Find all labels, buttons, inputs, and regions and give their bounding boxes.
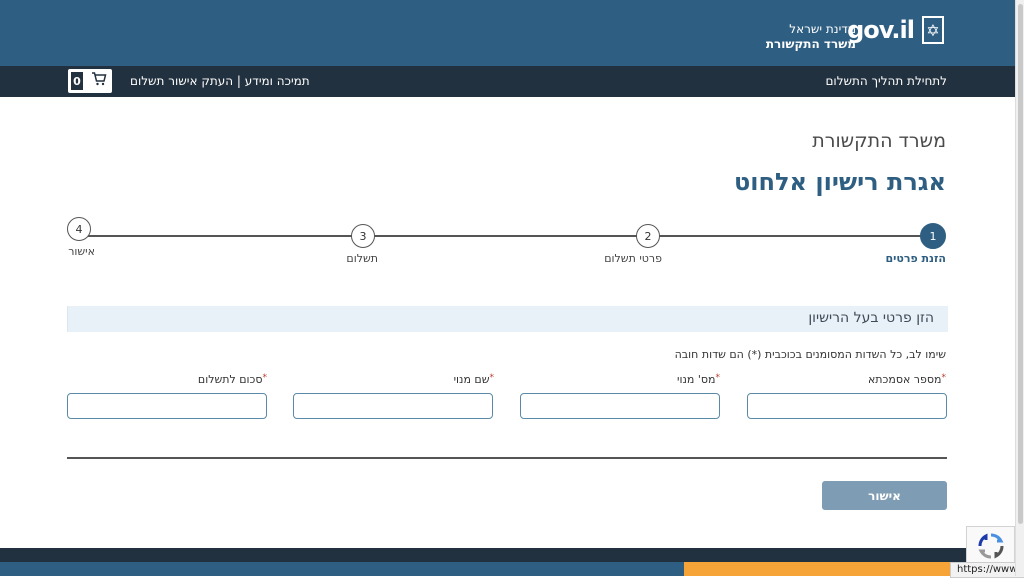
state-name: מדינת ישראל [789,22,856,36]
ministry-name: משרד התקשורת [765,37,856,51]
footer-dark-band [0,548,1015,562]
nav-links: תמיכה ומידע | העתק אישור תשלום [130,74,310,88]
form-divider [67,457,947,459]
amount-label-text: סכום לתשלום [197,373,263,386]
section-title: הזן פרטי בעל הרישיון [808,310,934,326]
shopping-cart-icon [86,72,112,90]
scrollbar-thumb[interactable] [1018,4,1023,524]
stepper-line [80,235,933,237]
nav-separator: | [236,74,241,88]
step-1-label: הזנת פרטים [885,252,946,265]
reference-label-text: מספר אסמכתא [867,373,942,386]
recaptcha-icon [978,533,1003,559]
subscriber-no-label: *מס' מנוי [677,373,720,386]
step-4-label: אישור [68,245,95,258]
required-fields-note: שימו לב, כל השדות המסומנים בכוכבית (*) ה… [674,348,946,361]
required-asterisk: * [715,373,721,383]
section-header: הזן פרטי בעל הרישיון [67,306,948,332]
step-4-circle: 4 [67,217,91,241]
support-link[interactable]: תמיכה ומידע [245,74,310,88]
main-navbar: לתחילת תהליך התשלום תמיכה ומידע | העתק א… [0,66,1015,97]
step-2-label: פרטי תשלום [604,252,662,265]
gov-logo[interactable]: gov.il ✡ [847,16,944,44]
subscriber-number-field[interactable] [520,393,720,419]
step-3-circle: 3 [351,224,375,248]
reference-field[interactable] [747,393,947,419]
start-payment-link[interactable]: לתחילת תהליך התשלום [825,74,947,88]
subscriber-no-label-text: מס' מנוי [677,373,716,386]
step-1-circle: 1 [920,223,946,249]
page-title: אגרת רישיון אלחוט [733,168,946,196]
footer-blue-band [0,562,684,576]
subscriber-name-label: *שם מנוי [454,373,494,386]
menorah-emblem-icon: ✡ [922,16,944,44]
required-asterisk: * [489,373,495,383]
reference-label: *מספר אסמכתא [868,373,946,386]
page-scrollbar[interactable] [1015,0,1024,576]
subscriber-name-label-text: שם מנוי [453,373,490,386]
required-asterisk: * [262,373,268,383]
gov-logo-text: gov.il [847,16,915,44]
cart-button[interactable]: 0 [68,69,112,93]
amount-field[interactable] [67,393,267,419]
step-3-label: תשלום [346,252,378,265]
copy-receipt-link[interactable]: העתק אישור תשלום [130,74,233,88]
recaptcha-badge[interactable] [966,526,1015,566]
page-subtitle: משרד התקשורת [812,130,946,152]
amount-label: *סכום לתשלום [198,373,267,386]
submit-button[interactable]: אישור [822,481,947,510]
cart-count-badge: 0 [71,72,83,90]
required-asterisk: * [941,373,947,383]
ministry-title: מדינת ישראל משרד התקשורת [766,22,856,52]
step-2-circle: 2 [636,224,660,248]
subscriber-name-field[interactable] [293,393,493,419]
